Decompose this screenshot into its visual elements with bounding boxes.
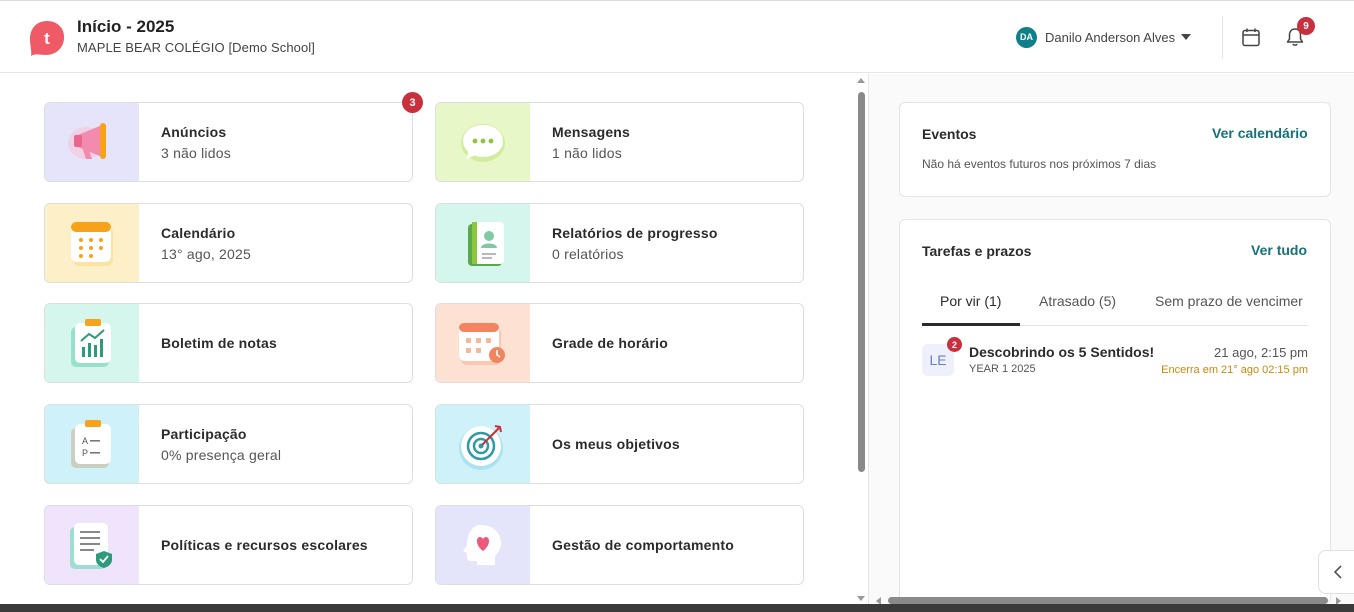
user-menu[interactable]: DA Danilo Anderson Alves <box>1016 26 1192 48</box>
task-title[interactable]: Descobrindo os 5 Sentidos! <box>969 344 1154 360</box>
card-title: Mensagens <box>552 123 631 140</box>
card-subtitle: 3 não lidos <box>161 144 231 161</box>
target-icon <box>459 425 503 470</box>
card-objetivos[interactable]: Os meus objetivos <box>435 404 804 484</box>
card-icon-area <box>45 304 139 382</box>
card-icon-area <box>436 204 530 282</box>
dashboard-cards-area: Anúncios 3 não lidos 3 Mensagens 1 não l… <box>0 74 868 604</box>
card-boletim[interactable]: Boletim de notas <box>44 303 413 383</box>
avatar: DA <box>1016 26 1037 48</box>
card-title: Calendário <box>161 224 236 241</box>
report-book-icon <box>468 222 504 266</box>
active-tab-indicator <box>922 323 1020 326</box>
megaphone-icon <box>68 123 106 159</box>
events-panel <box>899 102 1331 197</box>
card-title: Boletim de notas <box>161 335 277 351</box>
card-icon-area <box>45 506 139 584</box>
horizontal-scrollbar[interactable] <box>888 597 1328 604</box>
card-participacao[interactable]: A P Participação 0% presença geral <box>44 404 413 484</box>
card-title: Anúncios <box>161 123 227 140</box>
card-subtitle: 0 relatórios <box>552 245 624 262</box>
svg-text:t: t <box>44 29 50 48</box>
chart-clipboard-icon <box>71 319 111 367</box>
card-relatorios[interactable]: Relatórios de progresso 0 relatórios <box>435 203 804 283</box>
card-subtitle: 13° ago, 2025 <box>161 245 251 262</box>
card-title: Relatórios de progresso <box>552 224 718 241</box>
bottom-strip <box>0 604 1354 612</box>
card-subtitle: 0% presença geral <box>161 446 282 463</box>
schedule-icon <box>459 323 505 365</box>
events-title: Eventos <box>922 126 977 142</box>
top-bar: t Início - 2025 MAPLE BEAR COLÉGIO [Demo… <box>0 0 1354 73</box>
card-icon-area <box>436 405 530 483</box>
tasks-title: Tarefas e prazos <box>922 243 1032 259</box>
school-name: MAPLE BEAR COLÉGIO [Demo School] <box>77 40 316 55</box>
card-icon-area <box>436 506 530 584</box>
divider <box>1222 16 1223 58</box>
policy-document-icon <box>70 523 112 569</box>
chat-bubble-icon <box>461 124 505 162</box>
unread-badge: 3 <box>402 92 423 113</box>
card-icon-area: A P <box>45 405 139 483</box>
user-name: Danilo Anderson Alves <box>1045 29 1176 45</box>
calendar-icon <box>71 222 113 266</box>
view-all-link[interactable]: Ver tudo <box>1251 242 1307 258</box>
vertical-scrollbar[interactable] <box>858 92 865 472</box>
card-comportamento[interactable]: Gestão de comportamento <box>435 505 804 585</box>
card-politicas[interactable]: Políticas e recursos escolares <box>44 505 413 585</box>
task-class: YEAR 1 2025 <box>969 363 1036 375</box>
card-title: Participação <box>161 425 247 442</box>
calendar-icon[interactable] <box>1241 27 1261 47</box>
chevron-left-icon <box>1333 565 1342 579</box>
heart-head-icon <box>463 525 501 565</box>
card-calendario[interactable]: Calendário 13° ago, 2025 <box>44 203 413 283</box>
card-title: Os meus objetivos <box>552 436 680 452</box>
page-title: Início - 2025 <box>77 17 175 36</box>
task-due-date: 21 ago, 2:15 pm <box>1214 345 1308 360</box>
card-title: Políticas e recursos escolares <box>161 537 368 553</box>
card-subtitle: 1 não lidos <box>552 144 622 161</box>
card-mensagens[interactable]: Mensagens 1 não lidos <box>435 102 804 182</box>
tada-logo-icon[interactable]: t <box>28 19 66 57</box>
events-empty-text: Não há eventos futuros nos próximos 7 di… <box>922 157 1157 171</box>
scroll-down-arrow[interactable] <box>857 596 865 601</box>
tab-overdue[interactable]: Atrasado (5) <box>1039 293 1116 309</box>
scroll-up-arrow[interactable] <box>857 78 865 83</box>
tab-no-due-date[interactable]: Sem prazo de vencimer <box>1155 293 1308 309</box>
card-icon-area <box>436 304 530 382</box>
card-icon-area <box>436 103 530 181</box>
card-icon-area <box>45 103 139 181</box>
attendance-clipboard-icon: A P <box>71 420 111 468</box>
task-badge: 2 <box>947 337 962 352</box>
card-icon-area <box>45 204 139 282</box>
tasks-panel <box>899 219 1331 604</box>
card-title: Grade de horário <box>552 335 669 351</box>
view-calendar-link[interactable]: Ver calendário <box>1212 125 1308 141</box>
svg-text:A: A <box>82 436 88 446</box>
tab-upcoming[interactable]: Por vir (1) <box>940 293 1001 309</box>
svg-text:P: P <box>82 448 88 458</box>
card-anuncios[interactable]: Anúncios 3 não lidos <box>44 102 413 182</box>
card-grade-horario[interactable]: Grade de horário <box>435 303 804 383</box>
card-title: Gestão de comportamento <box>552 537 734 553</box>
chevron-down-icon <box>1181 34 1192 40</box>
task-closes-at: Encerra em 21° ago 02:15 pm <box>1161 364 1308 376</box>
collapse-panel-button[interactable] <box>1318 550 1354 594</box>
notification-badge: 9 <box>1297 17 1315 35</box>
